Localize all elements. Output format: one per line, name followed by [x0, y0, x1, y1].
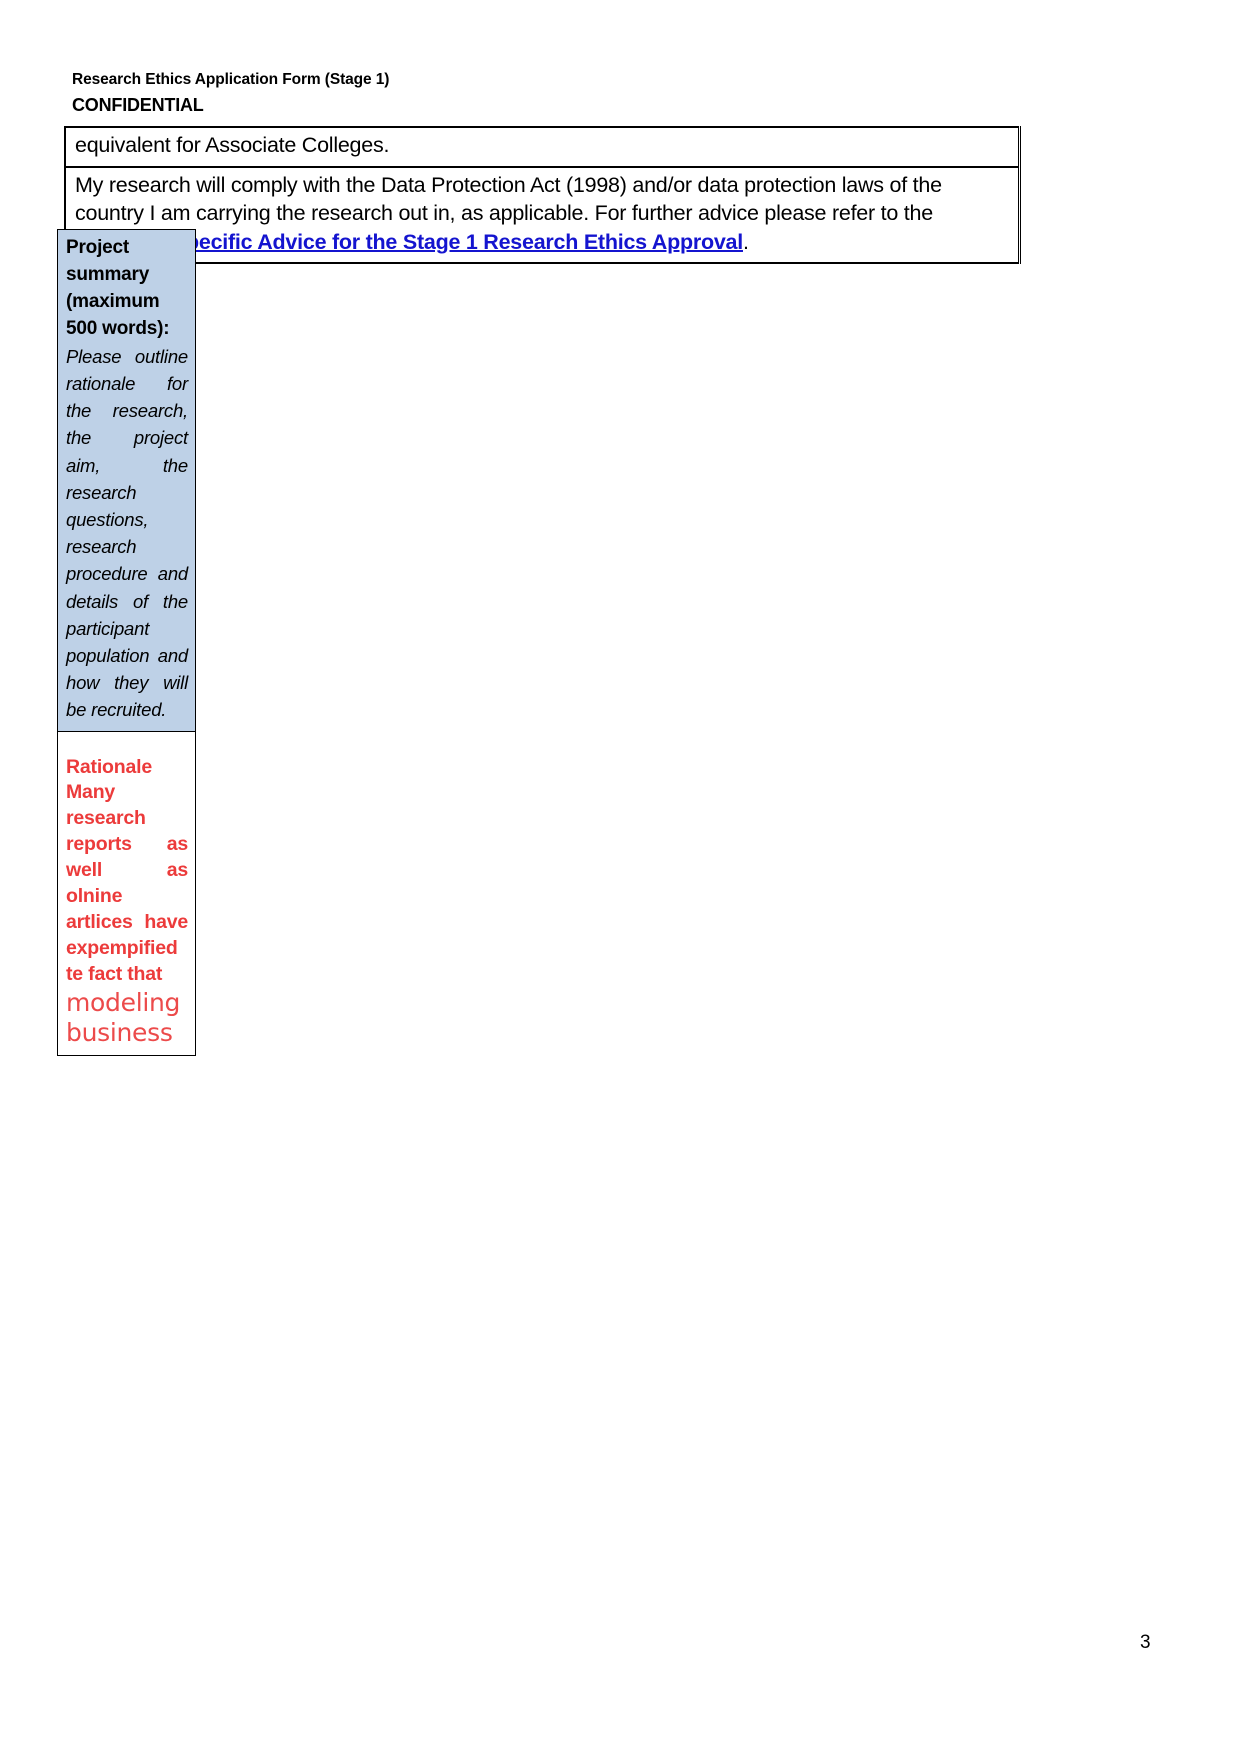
table-row: equivalent for Associate Colleges.	[64, 126, 1021, 168]
project-summary-instruction: Please outline rationale for the researc…	[66, 345, 188, 721]
rationale-body-text: Many research reports as well as olnine …	[66, 781, 188, 985]
table-row: My research will comply with the Data Pr…	[64, 166, 1021, 265]
rationale-body-continuation: modeling business	[66, 987, 181, 1047]
data-protection-paragraph: My research will comply with the Data Pr…	[75, 171, 1009, 257]
page-number: 3	[1140, 1632, 1151, 1653]
associate-colleges-cell: equivalent for Associate Colleges.	[64, 126, 1021, 168]
project-summary-table: Project summary (maximum 500 words): Ple…	[57, 229, 196, 1056]
rationale-heading: Rationale	[66, 755, 152, 778]
project-summary-prompt-cell: Project summary (maximum 500 words): Ple…	[57, 229, 196, 732]
table-row: Rationale Many research reports as well …	[57, 730, 196, 1056]
data-protection-text-after-link: .	[742, 229, 749, 254]
answer-top-spacer	[66, 737, 188, 755]
project-summary-answer-cell[interactable]: Rationale Many research reports as well …	[57, 730, 196, 1056]
document-page: Research Ethics Application Form (Stage …	[0, 0, 1241, 1754]
data-protection-cell: My research will comply with the Data Pr…	[64, 166, 1021, 265]
top-statement-table: equivalent for Associate Colleges. My re…	[64, 126, 1021, 265]
project-summary-label: Project summary (maximum 500 words):	[66, 237, 170, 339]
document-header: Research Ethics Application Form (Stage …	[72, 70, 972, 117]
confidentiality-label: CONFIDENTIAL	[72, 94, 204, 115]
form-title: Research Ethics Application Form (Stage …	[72, 71, 390, 88]
associate-colleges-text: equivalent for Associate Colleges.	[75, 133, 390, 157]
table-row: Project summary (maximum 500 words): Ple…	[57, 229, 196, 732]
data-protection-text-before-link: My research will comply with the Data Pr…	[75, 172, 942, 226]
